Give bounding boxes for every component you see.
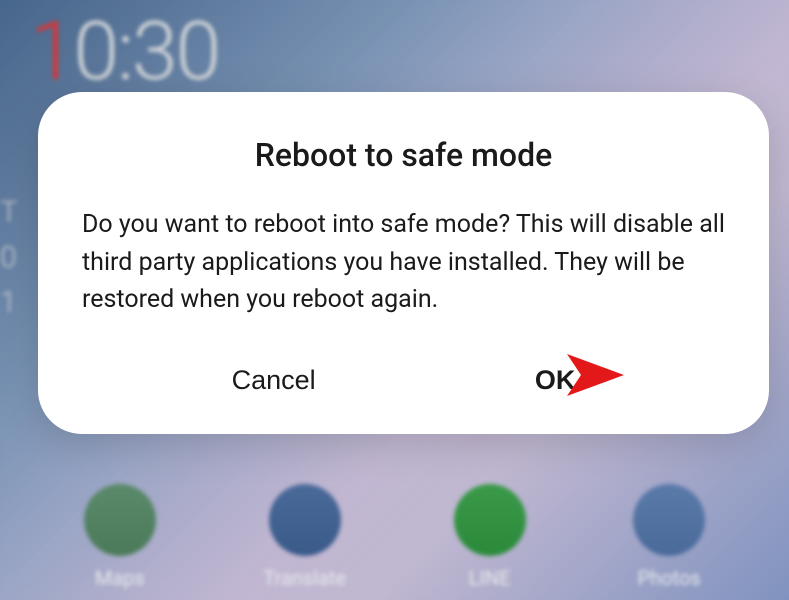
clock-rest: 0:30 [73,4,219,100]
app-dock: Maps Translate LINE Photos [0,484,789,590]
dock-item-photos[interactable]: Photos [633,484,705,590]
dock-label: Maps [95,566,145,590]
translate-icon [269,484,341,556]
clock-first-digit: 1 [30,4,73,100]
safe-mode-dialog: Reboot to safe mode Do you want to reboo… [38,92,769,434]
photos-icon [633,484,705,556]
dock-item-maps[interactable]: Maps [84,484,156,590]
dock-label: Translate [263,566,346,590]
dock-item-translate[interactable]: Translate [263,484,346,590]
lockscreen-clock: 10:30 [30,4,219,100]
dock-label: LINE [469,566,511,590]
lockscreen-date-fragment: T 0 1 [0,190,30,325]
dock-label: Photos [638,566,701,590]
ok-button[interactable]: OK [515,359,596,402]
dialog-title: Reboot to safe mode [82,136,725,174]
dock-item-line[interactable]: LINE [454,484,526,590]
dialog-body: Do you want to reboot into safe mode? Th… [82,206,725,319]
line-icon [454,484,526,556]
dialog-actions: Cancel OK [82,359,725,402]
cancel-button[interactable]: Cancel [212,359,336,402]
maps-icon [84,484,156,556]
